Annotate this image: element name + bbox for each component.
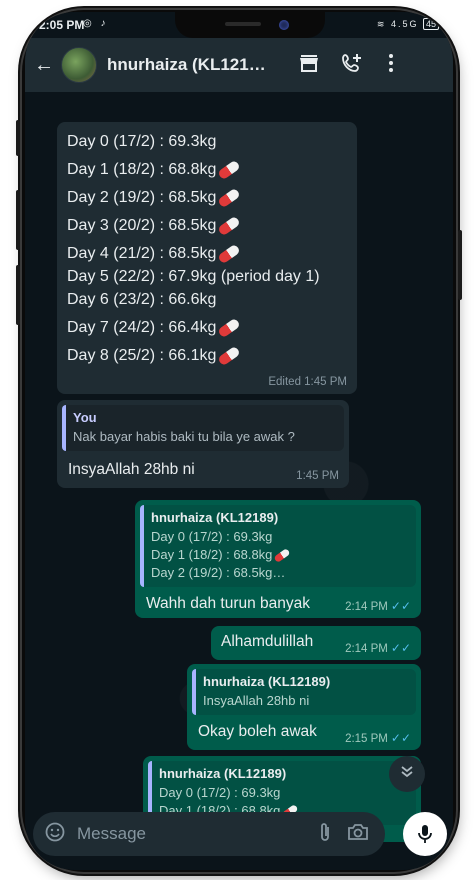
network-label: 4.5G bbox=[390, 19, 419, 29]
weight-line: Day 5 (22/2) : 67.9kg (period day 1) bbox=[67, 265, 347, 288]
quoted-sender: hnurhaiza (KL12189) bbox=[151, 510, 279, 525]
status-indicators: ≋ 4.5G 45 bbox=[377, 18, 439, 30]
volume-button bbox=[16, 265, 20, 325]
chat-header: ← hnurhaiza (KL121… bbox=[25, 38, 453, 92]
battery-icon: 45 bbox=[422, 18, 439, 30]
read-ticks-icon: ✓✓ bbox=[390, 599, 411, 613]
pill-emoji bbox=[217, 345, 242, 367]
weight-line: Day 6 (23/2) : 66.6kg bbox=[67, 288, 347, 311]
notification-icons: ◎ ♪ bbox=[83, 18, 109, 29]
message-timestamp: Edited 1:45 PM bbox=[268, 376, 347, 388]
power-button bbox=[458, 230, 462, 300]
weight-line: Day 4 (21/2) : 68.5kg bbox=[67, 242, 347, 265]
weight-entry: Day 3 (20/2) : 68.5kg bbox=[67, 217, 217, 234]
weight-entry: Day 2 (19/2) : 68.5kg bbox=[67, 189, 217, 206]
message-timestamp: 1:45 PM bbox=[296, 470, 339, 482]
camera-icon[interactable] bbox=[347, 823, 369, 846]
mic-icon[interactable] bbox=[403, 812, 447, 856]
pill-emoji bbox=[217, 187, 242, 209]
add-call-icon[interactable] bbox=[341, 53, 363, 78]
pill-emoji bbox=[217, 215, 242, 237]
weight-line: Day 1 (18/2) : 68.8kg bbox=[67, 158, 347, 181]
chevron-double-down-icon[interactable] bbox=[389, 756, 425, 792]
arrow-left-icon[interactable]: ← bbox=[29, 54, 59, 77]
message-timestamp: 2:14 PM ✓✓ bbox=[345, 599, 411, 613]
sticker-icon[interactable] bbox=[45, 822, 65, 847]
weight-entry: Day 0 (17/2) : 69.3kg bbox=[67, 133, 217, 150]
quoted-line: Day 0 (17/2) : 69.3kg bbox=[151, 529, 273, 544]
message-composer bbox=[33, 812, 385, 856]
message-timestamp: 2:15 PM ✓✓ bbox=[345, 731, 411, 745]
volume-button bbox=[16, 190, 20, 250]
weight-line: Day 3 (20/2) : 68.5kg bbox=[67, 214, 347, 237]
quoted-sender: hnurhaiza (KL12189) bbox=[203, 674, 331, 689]
message-bubble-reply[interactable]: You Nak bayar habis baki tu bila ye awak… bbox=[57, 400, 349, 488]
message-text: Alhamdulillah bbox=[221, 633, 314, 650]
status-bar: 2:05 PM ◎ ♪ ≋ 4.5G 45 bbox=[25, 12, 453, 38]
quoted-message[interactable]: hnurhaiza (KL12189) InsyaAllah 28hb ni bbox=[192, 669, 416, 715]
front-camera bbox=[279, 20, 289, 30]
quoted-message[interactable]: You Nak bayar habis baki tu bila ye awak… bbox=[62, 405, 344, 451]
battery-level: 45 bbox=[425, 19, 436, 29]
weight-entry: Day 6 (23/2) : 66.6kg bbox=[67, 291, 217, 308]
quoted-line: Day 0 (17/2) : 69.3kg bbox=[159, 785, 281, 800]
more-vert-icon[interactable] bbox=[389, 53, 393, 77]
quoted-line: Day 1 (18/2) : 68.8kg bbox=[151, 547, 273, 562]
time-label: 2:14 PM bbox=[345, 643, 388, 655]
weight-line: Day 0 (17/2) : 69.3kg bbox=[67, 130, 347, 153]
message-input[interactable] bbox=[77, 824, 319, 844]
quoted-text: Day 0 (17/2) : 69.3kg bbox=[151, 528, 408, 546]
time-label: 2:15 PM bbox=[345, 733, 388, 745]
speaker bbox=[225, 22, 261, 26]
quoted-text: Day 1 (18/2) : 68.8kg bbox=[151, 546, 408, 564]
quoted-text: Day 0 (17/2) : 69.3kg bbox=[159, 784, 408, 802]
message-bubble-outgoing[interactable]: Alhamdulillah 2:14 PM ✓✓ bbox=[211, 626, 421, 660]
pill-emoji bbox=[217, 317, 242, 339]
volume-button bbox=[16, 120, 20, 156]
pill-emoji bbox=[217, 159, 242, 181]
pill-emoji bbox=[273, 548, 291, 564]
status-time: 2:05 PM bbox=[39, 18, 85, 32]
phone-screen: 2:05 PM ◎ ♪ ≋ 4.5G 45 ← hnurhaiza (KL121… bbox=[25, 12, 453, 870]
weight-entry: Day 4 (21/2) : 68.5kg bbox=[67, 245, 217, 262]
message-bubble-outgoing[interactable]: hnurhaiza (KL12189) InsyaAllah 28hb ni O… bbox=[187, 664, 421, 750]
quoted-line: Day 2 (19/2) : 68.5kg… bbox=[151, 565, 286, 580]
avatar[interactable] bbox=[61, 47, 97, 83]
quoted-text: Nak bayar habis baki tu bila ye awak ? bbox=[73, 429, 295, 444]
quoted-sender: hnurhaiza (KL12189) bbox=[159, 766, 287, 781]
message-bubble-weight-log[interactable]: Day 0 (17/2) : 69.3kg Day 1 (18/2) : 68.… bbox=[57, 122, 357, 394]
time-label: 2:14 PM bbox=[345, 601, 388, 613]
weight-entry: Day 7 (24/2) : 66.4kg bbox=[67, 319, 217, 336]
message-bubble-outgoing[interactable]: hnurhaiza (KL12189) Day 0 (17/2) : 69.3k… bbox=[135, 500, 421, 618]
wifi-icon: ≋ bbox=[376, 19, 387, 29]
weight-line: Day 7 (24/2) : 66.4kg bbox=[67, 316, 347, 339]
quoted-sender: You bbox=[73, 410, 97, 425]
paperclip-icon[interactable] bbox=[319, 822, 331, 847]
weight-line: Day 8 (25/2) : 66.1kg bbox=[67, 344, 347, 367]
read-ticks-icon: ✓✓ bbox=[390, 641, 411, 655]
weight-entry: Day 8 (25/2) : 66.1kg bbox=[67, 347, 217, 364]
quoted-text: InsyaAllah 28hb ni bbox=[203, 693, 310, 708]
read-ticks-icon: ✓✓ bbox=[390, 731, 411, 745]
weight-entry: Day 1 (18/2) : 68.8kg bbox=[67, 161, 217, 178]
contact-name[interactable]: hnurhaiza (KL121… bbox=[107, 55, 277, 75]
pill-emoji bbox=[217, 243, 242, 265]
weight-entry: Day 5 (22/2) : 67.9kg (period day 1) bbox=[67, 268, 320, 285]
weight-line: Day 2 (19/2) : 68.5kg bbox=[67, 186, 347, 209]
message-timestamp: 2:14 PM ✓✓ bbox=[345, 641, 411, 655]
shop-icon[interactable] bbox=[299, 54, 319, 77]
quoted-text: Day 2 (19/2) : 68.5kg… bbox=[151, 564, 408, 582]
quoted-message[interactable]: hnurhaiza (KL12189) Day 0 (17/2) : 69.3k… bbox=[140, 505, 416, 587]
